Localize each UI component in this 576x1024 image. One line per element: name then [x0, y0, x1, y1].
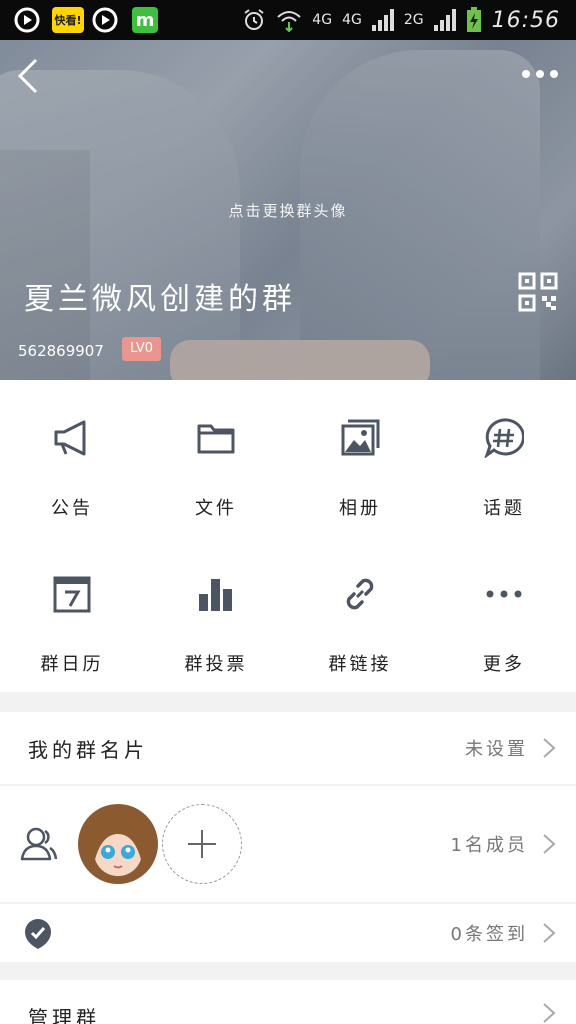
calendar-icon	[53, 576, 91, 613]
manage-group-row[interactable]: 管理群	[0, 980, 576, 1024]
feature-album[interactable]: 相册	[288, 380, 432, 536]
checkin-count: 0条签到	[450, 924, 528, 945]
feature-label: 文件	[195, 498, 237, 519]
signal-icon	[433, 9, 456, 31]
m-app-icon: m	[132, 7, 158, 33]
more-dots-icon	[486, 590, 522, 598]
member-count: 1名成员	[450, 835, 528, 856]
feature-label: 话题	[483, 498, 525, 519]
signal-icon	[371, 9, 394, 31]
feature-topics[interactable]: 话题	[432, 380, 576, 536]
feature-label: 公告	[51, 498, 93, 519]
battery-charging-icon	[466, 7, 481, 32]
checkin-row[interactable]: 0条签到	[0, 904, 576, 962]
members-row[interactable]: 1名成员	[0, 786, 576, 902]
feature-calendar[interactable]: 群日历	[0, 536, 144, 692]
feature-grid: 公告 文件 相册 话题 群日历 群投票 群链接 更多	[0, 380, 576, 692]
qr-code-icon[interactable]	[518, 272, 558, 312]
video-app-icon	[14, 7, 40, 33]
feature-label: 群日历	[40, 654, 104, 675]
add-member-button[interactable]	[162, 804, 242, 884]
hashtag-chat-icon	[484, 418, 524, 458]
feature-announcement[interactable]: 公告	[0, 380, 144, 536]
my-group-card-value: 未设置	[465, 739, 528, 760]
clock: 16:56	[491, 7, 560, 33]
feature-link[interactable]: 群链接	[288, 536, 432, 692]
feature-vote[interactable]: 群投票	[144, 536, 288, 692]
feature-more[interactable]: 更多	[432, 536, 576, 692]
chevron-right-icon	[543, 834, 556, 854]
member-avatar[interactable]	[78, 804, 158, 884]
megaphone-icon	[54, 420, 86, 456]
feature-label: 相册	[339, 498, 381, 519]
alarm-icon	[244, 9, 264, 30]
plus-icon	[188, 830, 216, 858]
network-type-2: 4G	[342, 12, 362, 28]
link-icon	[346, 578, 374, 610]
feature-files[interactable]: 文件	[144, 380, 288, 536]
more-options-button[interactable]	[522, 66, 562, 82]
my-group-card-title: 我的群名片	[28, 737, 148, 762]
members-icon	[20, 827, 58, 861]
feature-label: 群投票	[184, 654, 248, 675]
group-id: 562869907	[18, 342, 104, 360]
back-arrow-icon[interactable]	[12, 56, 44, 96]
wifi-icon	[277, 11, 301, 32]
video-app-icon	[92, 7, 118, 33]
network-type-1: 4G	[312, 12, 333, 28]
my-group-card-row[interactable]: 我的群名片 未设置	[0, 712, 576, 784]
photo-album-icon	[341, 419, 380, 456]
change-avatar-hint[interactable]: 点击更换群头像	[0, 200, 576, 221]
level-badge: LV0	[122, 337, 161, 361]
chevron-right-icon	[543, 923, 556, 943]
group-name: 夏兰微风创建的群	[24, 282, 296, 317]
chevron-right-icon	[543, 738, 556, 758]
folder-icon	[197, 424, 235, 454]
feature-label: 更多	[483, 654, 525, 675]
feature-label: 群链接	[328, 654, 392, 675]
checkin-badge-icon	[25, 919, 51, 949]
chevron-right-icon	[543, 1003, 556, 1023]
kuaikan-app-icon: 快看!	[52, 7, 84, 33]
manage-group-title: 管理群	[28, 1006, 100, 1024]
status-bar: 快看! m 4G 4G 2G 16:56	[0, 0, 576, 40]
network-type-3: 2G	[403, 12, 424, 28]
bar-chart-icon	[199, 579, 232, 611]
